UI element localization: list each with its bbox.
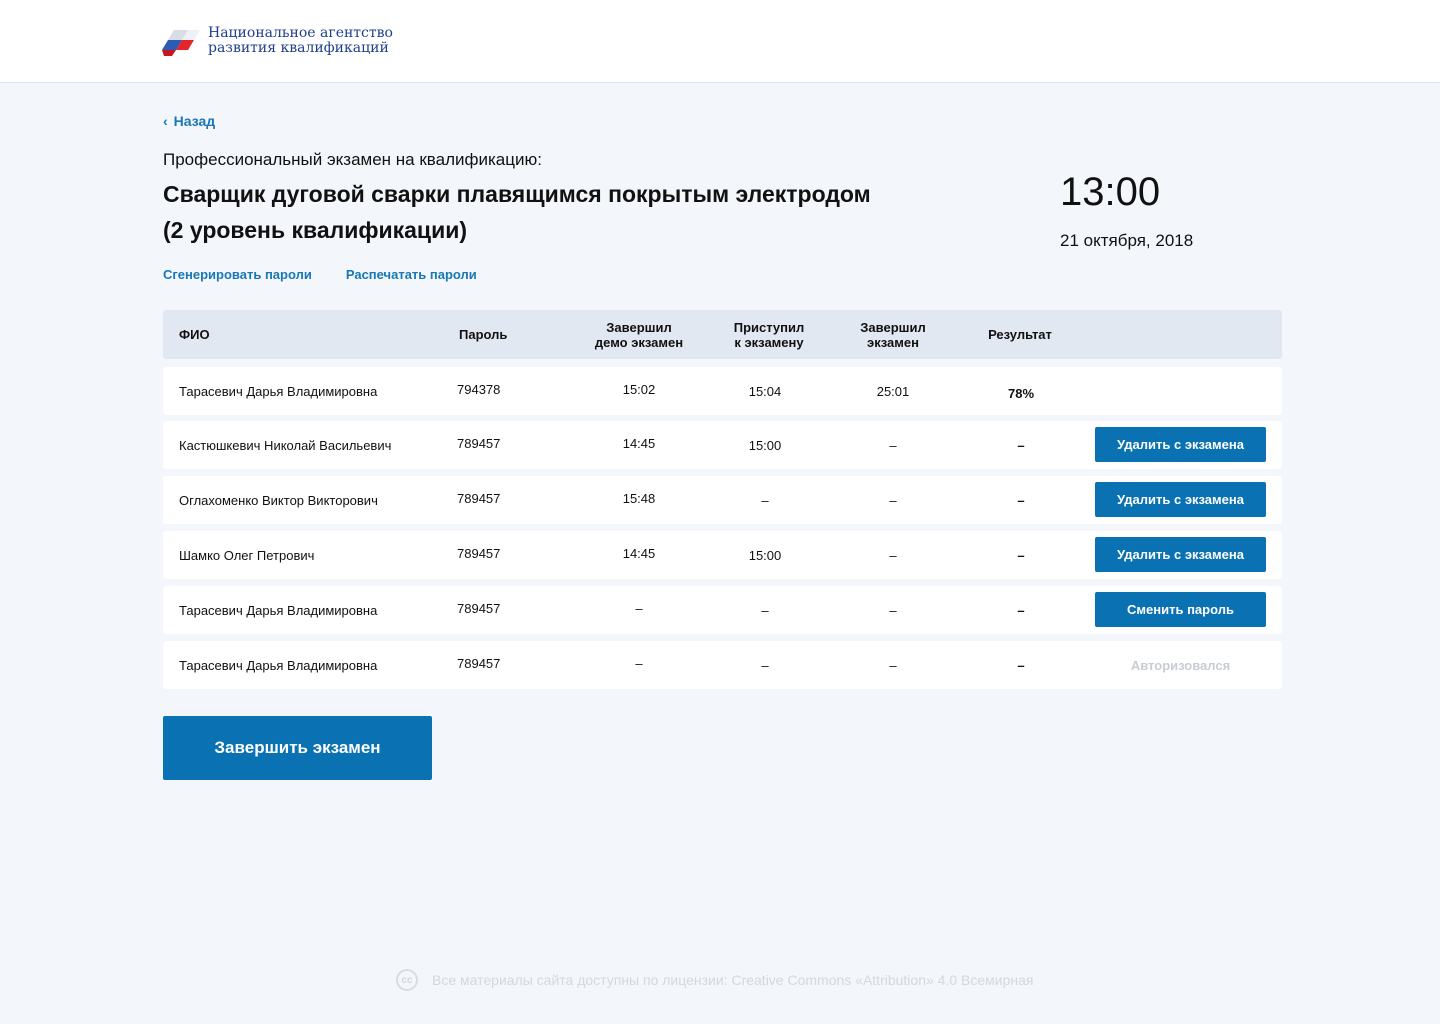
row-name: Тарасевич Дарья Владимировна (179, 657, 378, 673)
row-password: 789457 (457, 545, 501, 561)
row-name: Оглахоменко Виктор Викторович (179, 492, 378, 508)
header-start-line-1: Приступил (733, 319, 805, 335)
back-link[interactable]: ‹ Назад (163, 113, 215, 129)
table-row: Оглахоменко Виктор Викторович 789457 15:… (163, 476, 1282, 524)
table-row: Шамко Олег Петрович 789457 14:45 15:00 –… (163, 531, 1282, 579)
header-password: Пароль (459, 327, 508, 342)
remove-from-exam-button[interactable]: Удалить с экзамена (1095, 427, 1266, 462)
row-end: 25:01 (876, 383, 910, 399)
header-name: ФИО (179, 327, 210, 342)
table-row: Тарасевич Дарья Владимировна 789457 – – … (163, 641, 1282, 689)
header-start-line-2: к экзамену (734, 334, 804, 350)
row-name: Кастюшкевич Николай Васильевич (179, 437, 392, 453)
row-result: – (1017, 437, 1025, 453)
exam-time: 13:00 (1060, 170, 1161, 214)
row-start: – (761, 602, 769, 618)
row-end: – (889, 437, 897, 453)
logo-icon (162, 30, 200, 56)
row-demo: 15:48 (622, 490, 656, 506)
back-label: Назад (173, 113, 216, 129)
row-password: 789457 (457, 435, 501, 451)
header-end: Завершил экзамен (843, 310, 943, 359)
row-start: 15:00 (748, 437, 782, 453)
row-password: 789457 (457, 600, 501, 616)
exam-subtitle: Профессиональный экзамен на квалификацию… (163, 150, 542, 169)
row-result: – (1017, 602, 1025, 618)
row-result: – (1017, 657, 1025, 673)
authorized-status: Авторизовался (1130, 657, 1231, 673)
row-end: – (889, 492, 897, 508)
license-text: Все материалы сайта доступны по лицензии… (432, 972, 1034, 988)
chevron-left-icon: ‹ (163, 113, 168, 129)
row-result: 78% (1007, 385, 1035, 401)
table-header: ФИО Пароль Завершил демо экзамен Приступ… (163, 310, 1282, 359)
header-end-line-2: экзамен (867, 334, 919, 350)
row-name: Тарасевич Дарья Владимировна (179, 383, 378, 399)
header-demo-line-1: Завершил (606, 319, 672, 335)
row-demo: 14:45 (622, 435, 656, 451)
row-name: Шамко Олег Петрович (179, 547, 315, 563)
row-end: – (889, 657, 897, 673)
row-password: 789457 (457, 655, 501, 671)
change-password-button[interactable]: Сменить пароль (1095, 592, 1266, 627)
footer: cc Все материалы сайта доступны по лицен… (396, 968, 1033, 992)
row-start: – (761, 657, 769, 673)
print-passwords-link[interactable]: Распечатать пароли (346, 267, 477, 282)
header-demo-line-2: демо экзамен (594, 334, 684, 350)
table-row: Тарасевич Дарья Владимировна 789457 – – … (163, 586, 1282, 634)
header-start: Приступил к экзамену (719, 310, 819, 359)
row-start: 15:04 (748, 383, 782, 399)
logo[interactable]: Национальное агентство развития квалифик… (162, 26, 402, 60)
finish-exam-button[interactable]: Завершить экзамен (163, 716, 432, 780)
remove-from-exam-button[interactable]: Удалить с экзамена (1095, 537, 1266, 572)
header-end-line-1: Завершил (860, 319, 926, 335)
row-start: 15:00 (748, 547, 782, 563)
site-header: Национальное агентство развития квалифик… (0, 0, 1440, 83)
header-demo: Завершил демо экзамен (589, 310, 689, 359)
exam-title: Сварщик дуговой сварки плавящимся покрыт… (163, 176, 923, 248)
password-actions: Сгенерировать пароли Распечатать пароли (163, 267, 477, 282)
logo-text: Национальное агентство развития квалифик… (208, 26, 393, 56)
table-row: Тарасевич Дарья Владимировна 794378 15:0… (163, 367, 1282, 415)
exam-date: 21 октября, 2018 (1060, 231, 1194, 250)
row-demo: 15:02 (622, 381, 656, 397)
row-demo: – (635, 600, 643, 616)
row-demo: 14:45 (622, 545, 656, 561)
row-demo: – (635, 655, 643, 671)
row-password: 789457 (457, 490, 501, 506)
row-start: – (761, 492, 769, 508)
row-result: – (1017, 492, 1025, 508)
exam-title-line-1: Сварщик дуговой сварки плавящимся покрыт… (163, 181, 871, 207)
cc-icon: cc (396, 969, 418, 991)
header-result: Результат (988, 327, 1052, 342)
row-end: – (889, 602, 897, 618)
row-name: Тарасевич Дарья Владимировна (179, 602, 378, 618)
table-row: Кастюшкевич Николай Васильевич 789457 14… (163, 421, 1282, 469)
exam-title-line-2: (2 уровень квалификации) (163, 217, 468, 243)
logo-line-2: развития квалификаций (208, 40, 389, 56)
row-end: – (889, 547, 897, 563)
row-password: 794378 (457, 381, 501, 397)
generate-passwords-link[interactable]: Сгенерировать пароли (163, 267, 312, 282)
logo-line-1: Национальное агентство (208, 25, 393, 41)
remove-from-exam-button[interactable]: Удалить с экзамена (1095, 482, 1266, 517)
row-result: – (1017, 547, 1025, 563)
